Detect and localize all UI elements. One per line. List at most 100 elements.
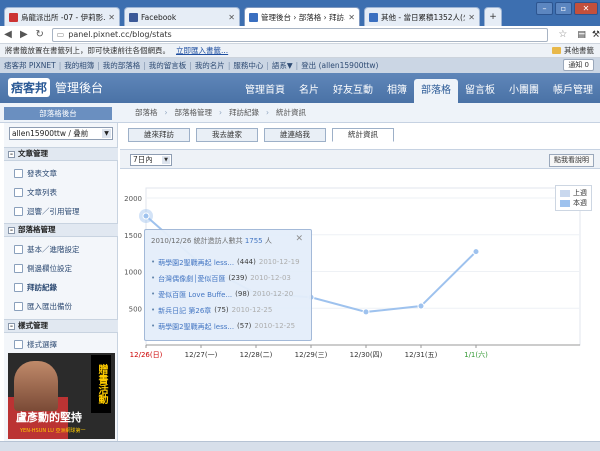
book-promo-ad[interactable]: 贈書活動 盧彥勳的堅持 YEN-HSUN LU 亞洲網球第一 <box>8 353 115 439</box>
collapse-icon[interactable]: – <box>8 322 15 330</box>
chevron-down-icon: ▼ <box>102 129 111 138</box>
legend-label: 本週 <box>573 199 587 207</box>
sidebar-heading: 部落格後台 <box>4 107 112 120</box>
language-menu[interactable]: 語系▼ <box>272 60 293 71</box>
folder-icon <box>552 47 561 54</box>
favicon-icon <box>249 12 258 22</box>
sidebar-item-visit-log[interactable]: 拜訪紀錄 <box>14 282 57 293</box>
other-bookmarks-label: 其他書籤 <box>564 46 594 55</box>
close-window-button[interactable]: ✕ <box>574 2 598 15</box>
tab-contacts[interactable]: 誰連絡我 <box>264 128 326 142</box>
logout-link[interactable]: 登出 (allen15900ttw) <box>301 60 378 71</box>
sidebar-item-import-export[interactable]: 匯入匯出備份 <box>14 301 72 312</box>
star-icon[interactable]: ☆ <box>558 29 567 40</box>
y-tick-label: 500 <box>129 305 142 313</box>
other-bookmarks[interactable]: 其他書籤 <box>552 45 594 56</box>
nav-home[interactable]: 管理首頁 <box>238 79 292 103</box>
tooltip-list-item: • 萌學園2聖戰再起 less... (57) 2010-12-25 <box>151 322 296 332</box>
wrench-icon[interactable]: ⚒ <box>592 30 600 40</box>
compose-icon <box>14 169 23 178</box>
close-tab-icon[interactable]: ✕ <box>468 13 475 22</box>
ad-subtitle: YEN-HSUN LU 亞洲網球第一 <box>20 428 86 434</box>
reload-icon[interactable]: ↻ <box>32 28 48 42</box>
sidebar-item-new-post[interactable]: 發表文章 <box>14 168 57 179</box>
browser-tab-active[interactable]: 管理後台 › 部落格 › 拜訪... ✕ <box>244 7 360 26</box>
main-nav: 管理首頁 名片 好友互動 相簿 部落格 留言板 小團團 帳戶管理 <box>238 79 600 103</box>
browser-tab[interactable]: 烏龍派出所 -07 - 伊莉影... ✕ <box>4 7 120 26</box>
article-link[interactable]: 愛似百匯 Love Buffe... <box>158 290 232 300</box>
address-bar[interactable]: ▭ panel.pixnet.cc/blog/stats <box>51 27 549 42</box>
site-link[interactable]: 我的部落格 <box>103 60 141 71</box>
nav-album[interactable]: 相簿 <box>380 79 414 103</box>
site-link[interactable]: 我的名片 <box>195 60 225 71</box>
list-icon <box>14 188 23 197</box>
collapse-icon[interactable]: – <box>8 150 15 158</box>
x-tick-label: 1/1(六) <box>464 350 488 359</box>
notification-badge[interactable]: 通知 0 <box>563 59 594 71</box>
browser-tab[interactable]: 其他 - 當日累積1352人(少... ✕ <box>364 7 480 26</box>
browser-tab[interactable]: Facebook ✕ <box>124 7 240 26</box>
sidebar-item-settings[interactable]: 基本／進階設定 <box>14 244 80 255</box>
sidebar-item-style-select[interactable]: 樣式選擇 <box>14 339 57 350</box>
nav-friends[interactable]: 好友互動 <box>326 79 380 103</box>
tab-visitors[interactable]: 誰來拜訪 <box>128 128 190 142</box>
section-title: 文章管理 <box>18 149 48 158</box>
nav-card[interactable]: 名片 <box>292 79 326 103</box>
collapse-icon[interactable]: – <box>8 226 15 234</box>
article-link[interactable]: 台灣偶像劇│愛似百匯 <box>158 274 225 284</box>
tab-visited[interactable]: 我去誰家 <box>196 128 258 142</box>
x-tick-label: 12/29(三) <box>295 351 328 359</box>
close-tab-icon[interactable]: ✕ <box>228 13 235 22</box>
tab-statistics[interactable]: 統計資訊 <box>332 128 394 142</box>
breadcrumb-item[interactable]: 拜訪紀錄 <box>222 107 266 118</box>
site-link[interactable]: 服務中心 <box>233 60 263 71</box>
section-article-management[interactable]: – 文章管理 <box>4 147 118 161</box>
minimize-button[interactable]: – <box>536 2 553 15</box>
nav-account[interactable]: 帳戶管理 <box>546 79 600 103</box>
sidebar-item-sidebar-settings[interactable]: 側邊欄位設定 <box>14 263 72 274</box>
site-link[interactable]: 我的留言板 <box>149 60 187 71</box>
forward-arrow-icon[interactable]: ▶ <box>16 28 32 42</box>
sidebar-item-post-list[interactable]: 文章列表 <box>14 187 57 198</box>
import-bookmarks-link[interactable]: 立即匯入書籤... <box>176 45 228 56</box>
site-link[interactable]: 痞客邦 PIXNET <box>4 60 56 71</box>
help-button[interactable]: 點我看說明 <box>549 154 594 167</box>
close-tab-icon[interactable]: ✕ <box>108 13 115 22</box>
sub-nav: 部落格後台 部落格 › 部落格管理 › 拜訪紀錄 › 統計資訊 <box>0 103 600 123</box>
back-arrow-icon[interactable]: ◀ <box>0 28 16 42</box>
nav-guestbook[interactable]: 留言板 <box>458 79 502 103</box>
nav-groups[interactable]: 小團團 <box>502 79 546 103</box>
nav-blog[interactable]: 部落格 <box>414 79 458 103</box>
maximize-button[interactable]: ▫ <box>555 2 572 15</box>
sidebar-item-label: 發表文章 <box>27 169 57 178</box>
browser-tab-strip: 烏龍派出所 -07 - 伊莉影... ✕ Facebook ✕ 管理後台 › 部… <box>0 0 600 26</box>
series-point <box>142 212 150 220</box>
close-tab-icon[interactable]: ✕ <box>348 13 355 22</box>
page-icon: ▭ <box>56 30 65 39</box>
new-tab-button[interactable]: + <box>484 7 502 26</box>
tab-title: 烏龍派出所 -07 - 伊莉影... <box>21 12 106 22</box>
site-link[interactable]: 我的相簿 <box>64 60 94 71</box>
comment-icon <box>14 207 23 216</box>
x-tick-label: 12/27(一) <box>185 351 218 359</box>
logo[interactable]: 痞客邦 管理後台 <box>8 78 103 97</box>
tab-title: 管理後台 › 部落格 › 拜訪... <box>261 12 346 22</box>
article-link[interactable]: 新兵日記 第26章 <box>158 306 211 316</box>
section-style-management[interactable]: – 樣式管理 <box>4 319 118 333</box>
series-point <box>417 302 425 310</box>
range-value: 7日內 <box>133 155 153 164</box>
y-tick-label: 1500 <box>124 232 142 240</box>
page-menu-icon[interactable]: ▤ <box>577 30 586 40</box>
breadcrumb-item[interactable]: 部落格 <box>128 107 165 118</box>
article-link[interactable]: 萌學園2聖戰再起 less... <box>158 258 234 268</box>
article-link[interactable]: 萌學園2聖戰再起 less... <box>158 322 234 332</box>
x-tick-label: 12/31(五) <box>405 351 438 359</box>
article-date: 2010-12-25 <box>231 306 273 314</box>
range-select[interactable]: 7日內 ▼ <box>130 154 172 166</box>
breadcrumb-item[interactable]: 部落格管理 <box>168 107 220 118</box>
sidebar-item-comments[interactable]: 迴響／引用管理 <box>14 206 80 217</box>
blog-select[interactable]: allen15900ttw / 叠前 ▼ <box>9 127 113 140</box>
palette-icon <box>14 340 23 349</box>
close-icon[interactable]: ✕ <box>295 234 303 244</box>
section-blog-management[interactable]: – 部落格管理 <box>4 223 118 237</box>
